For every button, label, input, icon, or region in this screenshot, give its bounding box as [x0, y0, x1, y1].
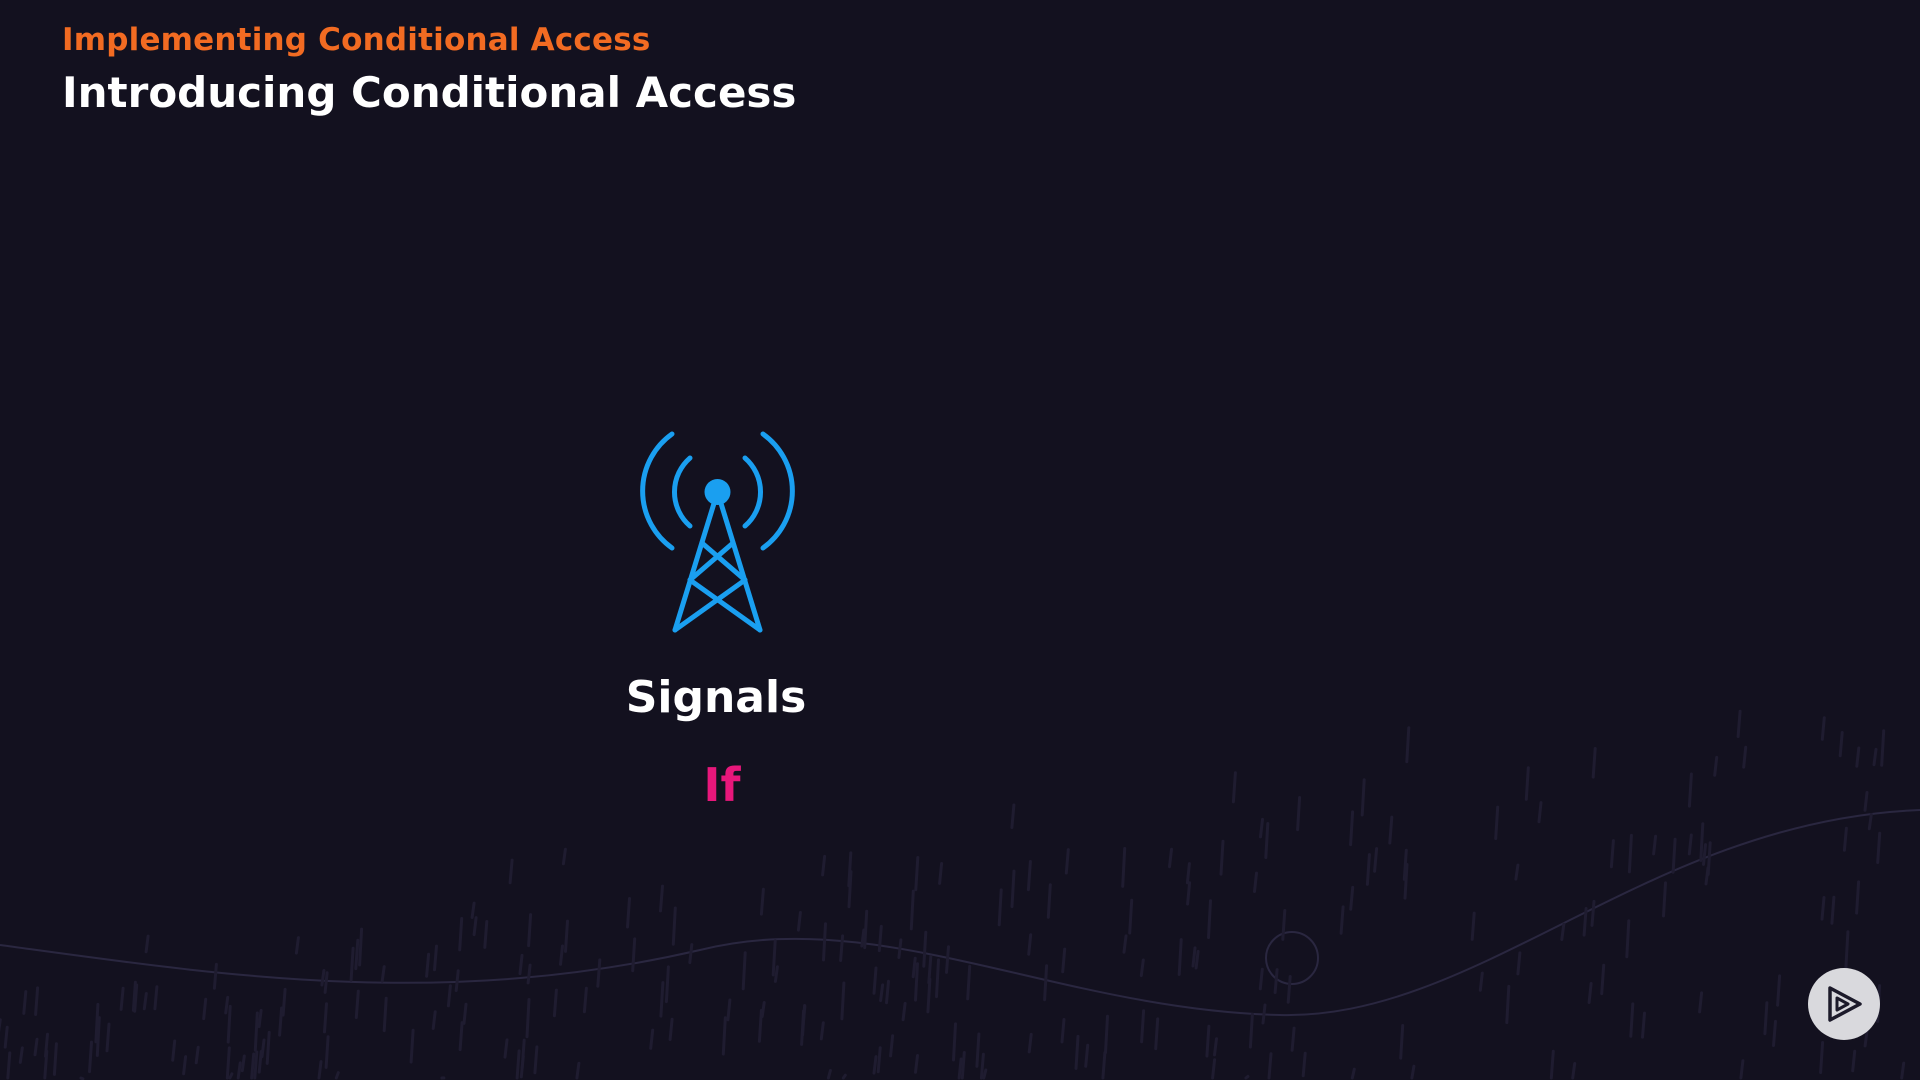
if-label: If [703, 758, 741, 812]
radio-tower-icon [640, 431, 795, 633]
background-texture [0, 709, 1920, 1080]
signals-label: Signals [625, 672, 807, 723]
course-title: Implementing Conditional Access [62, 22, 651, 58]
play-logo-button[interactable] [1808, 968, 1880, 1040]
play-logo-icon [1828, 986, 1862, 1022]
slide: Implementing Conditional Access Introduc… [0, 0, 1920, 1080]
slide-title: Introducing Conditional Access [62, 68, 797, 117]
